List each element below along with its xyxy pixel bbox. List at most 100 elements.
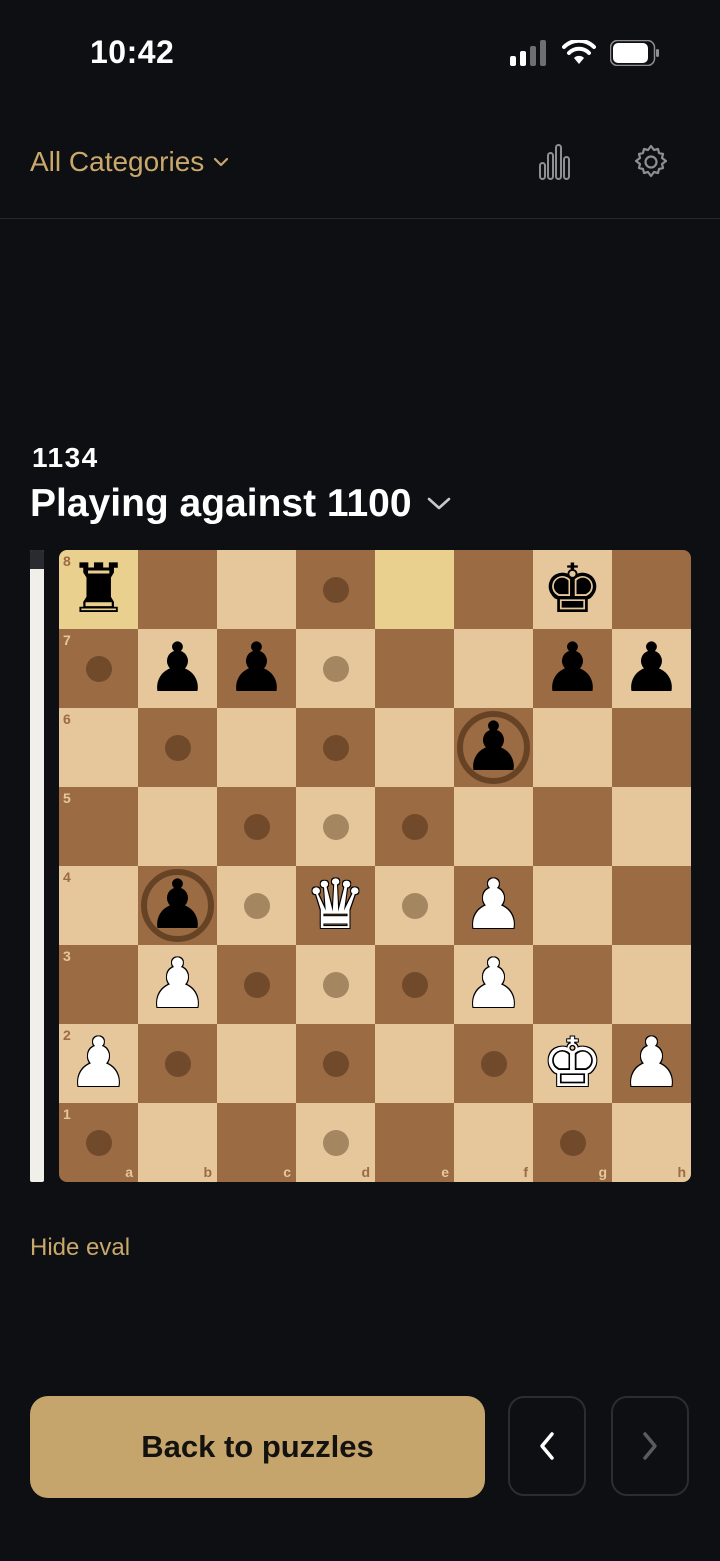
- square-h6[interactable]: [612, 708, 691, 787]
- square-d3[interactable]: [296, 945, 375, 1024]
- white-piece-b3[interactable]: ♟: [147, 950, 208, 1019]
- white-piece-h2[interactable]: ♟: [621, 1029, 682, 1098]
- square-b2[interactable]: [138, 1024, 217, 1103]
- black-piece-a8[interactable]: ♜: [68, 555, 129, 624]
- square-a4[interactable]: 4: [59, 866, 138, 945]
- square-b7[interactable]: ♟: [138, 629, 217, 708]
- square-h2[interactable]: ♟: [612, 1024, 691, 1103]
- square-f4[interactable]: ♟: [454, 866, 533, 945]
- legal-move-dot: [322, 576, 349, 603]
- square-a2[interactable]: 2 ♟: [59, 1024, 138, 1103]
- square-a5[interactable]: 5: [59, 787, 138, 866]
- white-piece-a2[interactable]: ♟: [68, 1029, 129, 1098]
- chess-board[interactable]: 8 ♜ ♚ 7 ♟ ♟ ♟ ♟ 6 ♟ 5 4 ♟ ♛ ♟ 3 ♟ ♟ 2 ♟ ♚ ♟ 1 a b c d e f g h: [59, 550, 691, 1182]
- square-e7[interactable]: [375, 629, 454, 708]
- square-e8[interactable]: [375, 550, 454, 629]
- square-b3[interactable]: ♟: [138, 945, 217, 1024]
- square-h1[interactable]: h: [612, 1103, 691, 1182]
- back-to-puzzles-button[interactable]: Back to puzzles: [30, 1396, 485, 1498]
- square-a3[interactable]: 3: [59, 945, 138, 1024]
- square-b6[interactable]: [138, 708, 217, 787]
- square-g3[interactable]: [533, 945, 612, 1024]
- square-b4[interactable]: ♟: [138, 866, 217, 945]
- rank-label: 5: [63, 790, 71, 806]
- square-g8[interactable]: ♚: [533, 550, 612, 629]
- square-g4[interactable]: [533, 866, 612, 945]
- opponent-selector[interactable]: Playing against 1100: [30, 482, 452, 526]
- stats-button[interactable]: [538, 143, 572, 186]
- settings-button[interactable]: [632, 143, 670, 186]
- square-h4[interactable]: [612, 866, 691, 945]
- file-label: a: [125, 1164, 133, 1180]
- square-f1[interactable]: f: [454, 1103, 533, 1182]
- square-c6[interactable]: [217, 708, 296, 787]
- hide-eval-link[interactable]: Hide eval: [30, 1234, 130, 1262]
- square-e1[interactable]: e: [375, 1103, 454, 1182]
- file-label: f: [523, 1164, 528, 1180]
- square-f8[interactable]: [454, 550, 533, 629]
- square-a8[interactable]: 8 ♜: [59, 550, 138, 629]
- square-a1[interactable]: 1a: [59, 1103, 138, 1182]
- file-label: g: [598, 1164, 607, 1180]
- square-c1[interactable]: c: [217, 1103, 296, 1182]
- square-h7[interactable]: ♟: [612, 629, 691, 708]
- square-a7[interactable]: 7: [59, 629, 138, 708]
- square-d7[interactable]: [296, 629, 375, 708]
- square-d4[interactable]: ♛: [296, 866, 375, 945]
- square-h3[interactable]: [612, 945, 691, 1024]
- square-c5[interactable]: [217, 787, 296, 866]
- square-d5[interactable]: [296, 787, 375, 866]
- square-g5[interactable]: [533, 787, 612, 866]
- square-b5[interactable]: [138, 787, 217, 866]
- black-piece-h7[interactable]: ♟: [621, 634, 682, 703]
- square-e3[interactable]: [375, 945, 454, 1024]
- square-c4[interactable]: [217, 866, 296, 945]
- chevron-left-icon: [540, 1432, 554, 1460]
- square-d2[interactable]: [296, 1024, 375, 1103]
- black-piece-g7[interactable]: ♟: [542, 634, 603, 703]
- square-c3[interactable]: [217, 945, 296, 1024]
- square-f3[interactable]: ♟: [454, 945, 533, 1024]
- square-c8[interactable]: [217, 550, 296, 629]
- square-a6[interactable]: 6: [59, 708, 138, 787]
- square-b1[interactable]: b: [138, 1103, 217, 1182]
- previous-move-button[interactable]: [508, 1396, 586, 1496]
- opponent-label: Playing against 1100: [30, 482, 412, 525]
- square-f7[interactable]: [454, 629, 533, 708]
- white-piece-g2[interactable]: ♚: [542, 1029, 603, 1098]
- next-move-button[interactable]: [611, 1396, 689, 1496]
- square-e5[interactable]: [375, 787, 454, 866]
- square-f6[interactable]: ♟: [454, 708, 533, 787]
- square-d8[interactable]: [296, 550, 375, 629]
- black-piece-g8[interactable]: ♚: [542, 555, 603, 624]
- square-d1[interactable]: d: [296, 1103, 375, 1182]
- square-e6[interactable]: [375, 708, 454, 787]
- eval-bar: [30, 550, 44, 1182]
- category-selector[interactable]: All Categories: [30, 146, 230, 178]
- square-h8[interactable]: [612, 550, 691, 629]
- square-f5[interactable]: [454, 787, 533, 866]
- black-piece-b4[interactable]: ♟: [147, 871, 208, 940]
- square-g2[interactable]: ♚: [533, 1024, 612, 1103]
- square-e2[interactable]: [375, 1024, 454, 1103]
- square-g6[interactable]: [533, 708, 612, 787]
- square-d6[interactable]: [296, 708, 375, 787]
- square-f2[interactable]: [454, 1024, 533, 1103]
- app-header: All Categories: [0, 110, 720, 219]
- square-e4[interactable]: [375, 866, 454, 945]
- eval-bar-black-portion: [30, 550, 44, 569]
- square-g1[interactable]: g: [533, 1103, 612, 1182]
- square-h5[interactable]: [612, 787, 691, 866]
- white-piece-f4[interactable]: ♟: [463, 871, 524, 940]
- rank-label: 6: [63, 711, 71, 727]
- square-b8[interactable]: [138, 550, 217, 629]
- square-c2[interactable]: [217, 1024, 296, 1103]
- legal-move-dot: [322, 1050, 349, 1077]
- square-g7[interactable]: ♟: [533, 629, 612, 708]
- black-piece-c7[interactable]: ♟: [226, 634, 287, 703]
- white-piece-d4[interactable]: ♛: [305, 871, 366, 940]
- black-piece-f6[interactable]: ♟: [463, 713, 524, 782]
- black-piece-b7[interactable]: ♟: [147, 634, 208, 703]
- square-c7[interactable]: ♟: [217, 629, 296, 708]
- white-piece-f3[interactable]: ♟: [463, 950, 524, 1019]
